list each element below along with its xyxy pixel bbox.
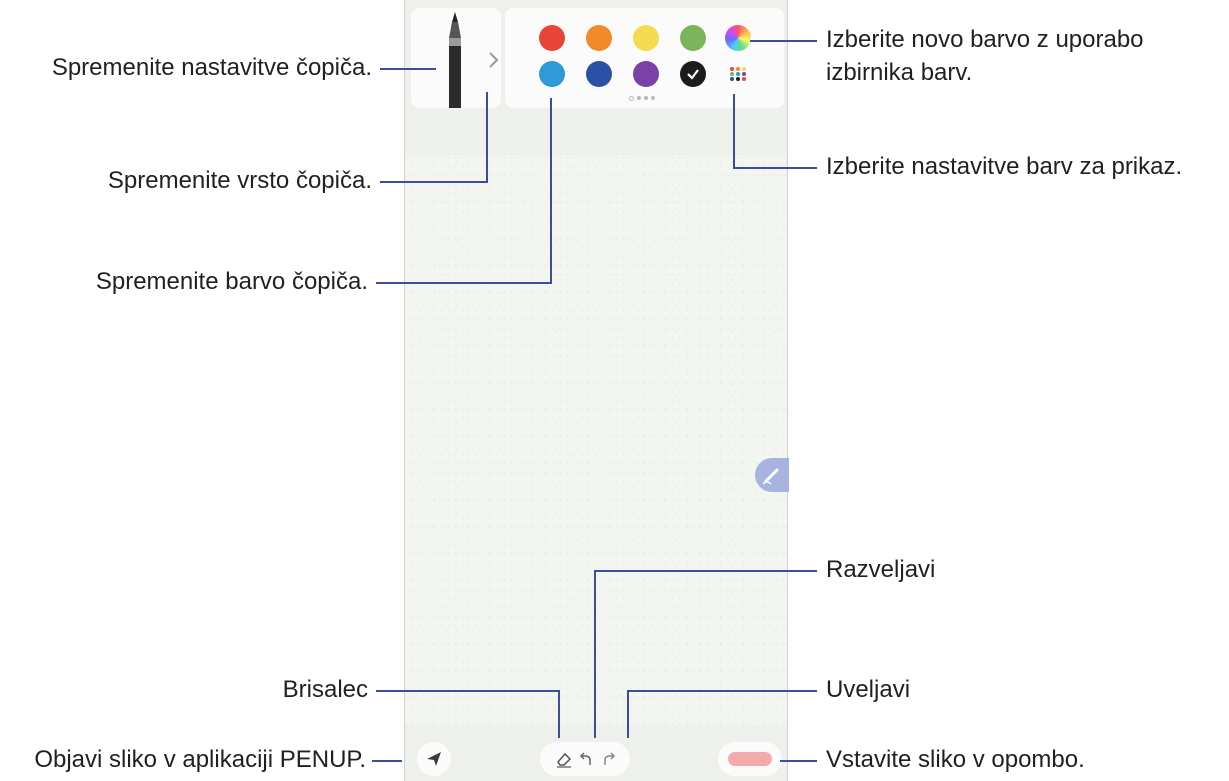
- label-share-penup: Objavi sliko v aplikaciji PENUP.: [34, 746, 366, 773]
- color-wheel-icon[interactable]: [725, 25, 751, 51]
- label-brush-color: Spremenite barvo čopiča.: [95, 268, 368, 295]
- callout-line: [734, 167, 817, 169]
- callout-line: [594, 570, 596, 738]
- check-icon: [687, 69, 699, 80]
- label-color-picker-line1: Izberite novo barvo z uporabo: [826, 26, 1144, 53]
- color-swatch-purple[interactable]: [633, 61, 659, 87]
- label-color-settings: Izberite nastavitve barv za prikaz.: [826, 153, 1183, 180]
- label-undo: Razveljavi: [826, 556, 936, 583]
- callout-line: [595, 570, 817, 572]
- callout-line: [733, 94, 735, 169]
- label-eraser: Brisalec: [282, 676, 368, 703]
- color-swatch-green[interactable]: [680, 25, 706, 51]
- pen-button[interactable]: [755, 458, 789, 492]
- color-swatch-yellow[interactable]: [633, 25, 659, 51]
- label-brush-type: Spremenite vrsto čopiča.: [107, 167, 372, 194]
- callout-line: [376, 282, 552, 284]
- color-swatch-navy[interactable]: [586, 61, 612, 87]
- callout-line: [486, 92, 488, 183]
- page-dot: [651, 96, 655, 100]
- color-swatch-red[interactable]: [539, 25, 565, 51]
- color-palette: [505, 8, 784, 108]
- callout-line: [627, 690, 629, 738]
- undo-icon[interactable]: [575, 748, 597, 770]
- redo-icon[interactable]: [598, 748, 620, 770]
- callout-line: [550, 98, 552, 284]
- callout-line: [750, 40, 817, 42]
- label-insert-image: Vstavite sliko v opombo.: [826, 746, 1085, 773]
- callout-line: [780, 760, 817, 762]
- page-dot: [637, 96, 641, 100]
- label-color-picker-line2: izbirnika barv.: [826, 59, 973, 86]
- grid-dots-icon[interactable]: [725, 61, 751, 87]
- callout-line: [628, 690, 817, 692]
- label-brush-settings: Spremenite nastavitve čopiča.: [51, 54, 372, 81]
- edit-toolbar: [540, 742, 630, 776]
- insert-image-icon: [728, 752, 772, 766]
- insert-image-button[interactable]: [718, 742, 782, 776]
- page-dot: [644, 96, 648, 100]
- color-swatch-black[interactable]: [680, 61, 706, 87]
- page-dot: [629, 96, 634, 101]
- chevron-right-icon[interactable]: [487, 50, 501, 70]
- callout-line: [558, 690, 560, 738]
- label-redo: Uveljavi: [826, 676, 911, 703]
- pen-icon: [762, 468, 779, 485]
- share-penup-button[interactable]: [417, 742, 451, 776]
- eraser-icon[interactable]: [553, 748, 575, 770]
- callout-line: [380, 181, 487, 183]
- callout-line: [376, 690, 560, 692]
- color-swatch-blue[interactable]: [539, 61, 565, 87]
- drawing-screen: [404, 0, 789, 781]
- send-icon: [427, 752, 441, 766]
- callout-line: [380, 68, 436, 70]
- color-swatch-orange[interactable]: [586, 25, 612, 51]
- callout-line: [372, 760, 402, 762]
- drawing-canvas[interactable]: [405, 155, 787, 726]
